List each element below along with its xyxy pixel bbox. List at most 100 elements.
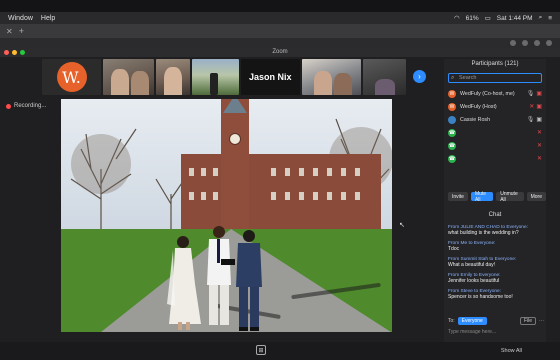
profile-icon[interactable] — [546, 40, 552, 46]
chat-messages: From JULIE AND CHAD to Everyone: what bu… — [448, 225, 544, 305]
chat-text: Spencer is so handsome too! — [448, 294, 513, 300]
video-tile[interactable] — [103, 59, 155, 95]
window-title: Zoom — [272, 49, 288, 55]
video-tile-jason-nix[interactable]: Jason Nix — [240, 59, 300, 95]
menu-window[interactable]: Window — [8, 15, 33, 22]
to-label: To: — [448, 318, 455, 324]
video-off-icon[interactable]: ▣ — [536, 90, 542, 97]
video-tile[interactable] — [301, 59, 361, 95]
status-area: ◠ 61% ▭ Sat 1:44 PM ⌕ ≡ — [454, 14, 560, 22]
gallery-strip: W. Jason Nix — [42, 59, 407, 95]
show-all-button[interactable]: Show All — [501, 348, 522, 354]
participant-name: Cassie Rosh — [460, 116, 491, 123]
participant-video — [111, 69, 129, 95]
battery-icon[interactable]: ▭ — [485, 14, 491, 22]
chat-message: From JULIE AND CHAD to Everyone: what bu… — [448, 225, 544, 236]
chat-compose: To: Everyone File ⋯ Type message here... — [448, 317, 544, 335]
participant-name: WedFuly (Host) — [460, 103, 497, 110]
close-tab-icon[interactable]: ✕ — [6, 27, 13, 36]
participant-row[interactable]: ☎ ✕ — [448, 139, 542, 152]
recording-indicator[interactable]: Recording... — [6, 103, 46, 109]
chat-text: Jennifer looks beautiful — [448, 278, 500, 284]
participant-video — [209, 73, 218, 95]
video-tile-wedfuly[interactable]: W. — [42, 59, 101, 95]
mouse-cursor: ↖ — [399, 222, 405, 229]
participant-row[interactable]: W WedFuly (Co-host, me) 🎙 ▣ — [448, 87, 542, 100]
video-tile[interactable] — [191, 59, 239, 95]
record-dot-icon — [6, 103, 11, 109]
chat-text: what building is the wedding in? — [448, 230, 519, 236]
more-button[interactable]: More — [526, 192, 546, 201]
chat-input[interactable]: Type message here... — [448, 329, 544, 335]
invite-button[interactable]: Invite — [448, 192, 468, 201]
extension-icons — [510, 40, 552, 46]
search-placeholder: Search — [459, 75, 477, 81]
unmute-all-button[interactable]: Unmute All — [496, 191, 524, 203]
more-icon[interactable]: ⋯ — [539, 318, 544, 324]
muted-icon[interactable]: ✕ — [537, 129, 542, 136]
chat-message: From Emily to Everyone: Jennifer looks b… — [448, 273, 544, 284]
wifi-icon[interactable]: ◠ — [454, 14, 460, 22]
chat-message: From Summit Stah to Everyone: What a bea… — [448, 257, 544, 268]
video-tile[interactable] — [362, 59, 407, 95]
new-tab-icon[interactable]: + — [19, 26, 24, 36]
recipient-select[interactable]: Everyone — [457, 317, 487, 325]
participant-name: Jason Nix — [249, 72, 292, 82]
gallery-view-icon[interactable]: ⊞ — [256, 345, 266, 355]
chat-recipient-row: To: Everyone File ⋯ — [448, 317, 544, 325]
microphone-icon[interactable]: 🎙 — [527, 90, 535, 97]
zoom-window: Zoom W. Jason Nix › Recording... ↖ Parti… — [0, 48, 560, 360]
search-icon[interactable]: ⌕ — [539, 14, 543, 22]
building — [181, 154, 381, 234]
extension-icon[interactable] — [510, 40, 516, 46]
browser-tabstrip: ✕ + — [0, 24, 560, 38]
participants-actions: Invite Mute All Unmute All More — [448, 191, 546, 203]
participant-name: WedFuly (Co-host, me) — [460, 90, 515, 97]
macos-menubar: Window Help ◠ 61% ▭ Sat 1:44 PM ⌕ ≡ — [0, 12, 560, 24]
chat-message: From Steve to Everyone: Spencer is so ha… — [448, 289, 544, 300]
participant-video — [131, 71, 149, 95]
muted-icon[interactable]: ✕ — [529, 103, 534, 110]
mute-all-button[interactable]: Mute All — [470, 191, 494, 203]
menu-list-icon[interactable]: ≡ — [548, 15, 552, 22]
participant-row[interactable]: ☎ ✕ — [448, 126, 542, 139]
participants-search-input[interactable]: ⌕ Search — [448, 73, 542, 83]
video-off-icon[interactable]: ▣ — [536, 103, 542, 110]
active-speaker-video[interactable] — [61, 99, 392, 332]
battery-level[interactable]: 61% — [466, 15, 479, 22]
muted-icon[interactable]: ✕ — [537, 155, 542, 162]
meeting-toolbar: ⊞ Show All — [0, 342, 560, 360]
clock[interactable]: Sat 1:44 PM — [497, 15, 533, 22]
next-page-icon[interactable]: › — [413, 70, 426, 83]
participants-title: Participants (121) — [471, 61, 519, 67]
muted-icon[interactable]: ✕ — [537, 142, 542, 149]
participant-video — [374, 79, 395, 95]
video-icon[interactable]: ▣ — [536, 116, 542, 123]
participant-avatar: W — [448, 89, 456, 98]
participant-avatar: ☎ — [448, 128, 456, 137]
extension-icon[interactable] — [522, 40, 528, 46]
participant-avatar — [448, 115, 456, 124]
chat-text: What a beautiful day! — [448, 262, 495, 268]
participants-list: W WedFuly (Co-host, me) 🎙 ▣ W WedFuly (H… — [448, 87, 542, 165]
file-button[interactable]: File — [519, 317, 536, 325]
microphone-icon[interactable]: 🎙 — [527, 116, 535, 123]
chat-message: From Me to Everyone: Tdoc — [448, 241, 544, 252]
participant-row[interactable]: W WedFuly (Host) ✕ ▣ — [448, 100, 542, 113]
search-icon: ⌕ — [451, 75, 455, 81]
wedfuly-logo: W. — [56, 62, 87, 92]
window-titlebar: Zoom — [0, 48, 560, 57]
participant-video — [164, 67, 183, 95]
video-tile[interactable] — [156, 59, 190, 95]
participant-video — [313, 71, 332, 95]
groom-figure — [236, 230, 262, 331]
participant-row[interactable]: ☎ ✕ — [448, 152, 542, 165]
menu-help[interactable]: Help — [41, 15, 55, 22]
chat-title: Chat — [488, 212, 502, 218]
participant-avatar: W — [448, 102, 456, 111]
extension-icon[interactable] — [534, 40, 540, 46]
tower-clock — [229, 133, 241, 145]
participant-row[interactable]: Cassie Rosh 🎙 ▣ — [448, 113, 542, 126]
participant-avatar: ☎ — [448, 141, 456, 150]
clock-tower — [221, 99, 249, 239]
